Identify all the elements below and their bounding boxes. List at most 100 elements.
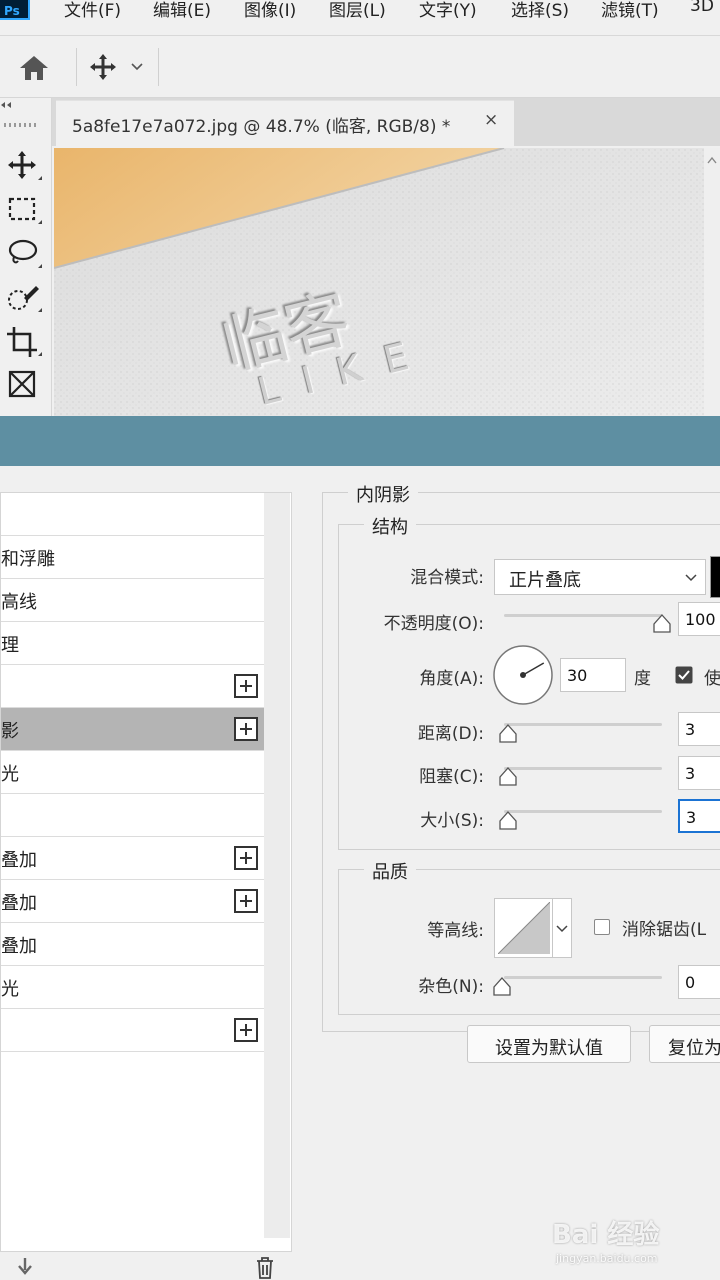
global-light-checkbox[interactable]	[675, 666, 693, 684]
structure-title: 结构	[364, 513, 416, 539]
style-row-stroke[interactable]	[1, 665, 264, 708]
opacity-slider-thumb[interactable]	[652, 614, 672, 634]
noise-slider-thumb[interactable]	[492, 977, 512, 997]
add-effect-icon[interactable]	[234, 1018, 258, 1042]
opacity-input[interactable]: 100	[678, 602, 720, 636]
chevron-down-icon	[556, 925, 568, 933]
add-effect-icon[interactable]	[234, 846, 258, 870]
collapse-arrows-icon[interactable]	[0, 100, 14, 110]
photoshop-logo: Ps	[0, 0, 30, 20]
choke-slider-track[interactable]	[504, 767, 662, 770]
menu-layer[interactable]: 图层(L)	[329, 0, 386, 21]
style-row-label: 和浮雕	[1, 549, 55, 570]
distance-slider-track[interactable]	[504, 723, 662, 726]
style-row-contour[interactable]: 高线	[1, 579, 264, 622]
choke-slider-thumb[interactable]	[498, 767, 518, 787]
menu-image[interactable]: 图像(I)	[244, 0, 296, 21]
global-light-label: 使	[704, 669, 720, 689]
canvas-scrollbar[interactable]	[704, 148, 720, 416]
grip-icon[interactable]	[4, 122, 38, 128]
add-effect-icon[interactable]	[234, 674, 258, 698]
style-row[interactable]	[1, 493, 264, 536]
contour-label: 等高线:	[427, 921, 484, 941]
separator	[76, 48, 77, 86]
menu-3d[interactable]: 3D	[690, 0, 714, 16]
blend-mode-select[interactable]: 正片叠底	[494, 559, 706, 595]
layer-style-dialog-titlebar[interactable]	[0, 416, 720, 466]
noise-slider-track[interactable]	[504, 976, 662, 979]
noise-input[interactable]: 0	[678, 965, 720, 999]
watermark-url: jingyan.baidu.com	[556, 1252, 658, 1265]
style-row-color-overlay[interactable]: 叠加	[1, 837, 264, 880]
add-effect-icon[interactable]	[234, 889, 258, 913]
frame-tool-icon[interactable]	[4, 366, 44, 402]
move-down-icon[interactable]	[14, 1256, 36, 1278]
style-row-gradient-overlay[interactable]: 叠加	[1, 880, 264, 923]
inner-shadow-title: 内阴影	[348, 481, 418, 507]
style-row-label: 理	[1, 635, 19, 656]
make-default-button[interactable]: 设置为默认值	[467, 1025, 631, 1063]
style-row-label: 叠加	[1, 936, 37, 957]
style-row-label: 光	[1, 979, 19, 1000]
style-row-inner-glow[interactable]: 光	[1, 751, 264, 794]
style-row-label: 叠加	[1, 850, 37, 871]
angle-dial-icon[interactable]	[492, 644, 554, 706]
size-slider-thumb[interactable]	[498, 811, 518, 831]
close-icon[interactable]: ×	[484, 110, 498, 130]
style-row-bevel-emboss[interactable]: 和浮雕	[1, 536, 264, 579]
scroll-up-icon[interactable]	[707, 156, 717, 164]
size-slider-track[interactable]	[504, 810, 662, 813]
angle-label: 角度(A):	[419, 669, 484, 689]
document-canvas[interactable]: 临客 L I K E	[54, 148, 704, 416]
move-tool-icon[interactable]	[4, 148, 44, 184]
quick-selection-icon[interactable]	[4, 280, 44, 316]
style-row-satin[interactable]	[1, 794, 264, 837]
home-icon[interactable]	[18, 54, 50, 82]
size-input[interactable]: 3	[678, 799, 720, 833]
blend-mode-label: 混合模式:	[410, 568, 484, 588]
style-list-scrollbar[interactable]	[264, 493, 290, 1238]
style-row-texture[interactable]: 理	[1, 622, 264, 665]
reset-to-default-button[interactable]: 复位为	[649, 1025, 720, 1063]
choke-input[interactable]: 3	[678, 756, 720, 790]
crop-icon[interactable]	[4, 324, 44, 360]
menu-select[interactable]: 选择(S)	[511, 0, 569, 21]
antialias-label: 消除锯齿(L	[622, 920, 707, 940]
trash-icon[interactable]	[254, 1256, 276, 1280]
menu-edit[interactable]: 编辑(E)	[153, 0, 211, 21]
menu-filter[interactable]: 滤镜(T)	[601, 0, 659, 21]
layer-style-list: 和浮雕 高线 理 影 光 叠加 叠加 叠加 光	[0, 492, 292, 1252]
rectangular-marquee-icon[interactable]	[4, 192, 44, 228]
menu-file[interactable]: 文件(F)	[64, 0, 121, 21]
move-tool-icon[interactable]	[88, 52, 118, 82]
style-row-drop-shadow[interactable]	[1, 1009, 264, 1052]
quality-title: 品质	[364, 858, 416, 884]
style-row-label: 影	[1, 721, 19, 742]
style-row-inner-shadow[interactable]: 影	[1, 708, 264, 751]
angle-input[interactable]: 30	[560, 658, 626, 692]
blend-mode-value: 正片叠底	[509, 570, 581, 591]
distance-input[interactable]: 3	[678, 712, 720, 746]
shadow-color-swatch[interactable]	[710, 556, 720, 598]
opacity-label: 不透明度(O):	[383, 614, 484, 634]
style-row-outer-glow[interactable]: 光	[1, 966, 264, 1009]
document-tab-title: 5a8fe17e7a072.jpg @ 48.7% (临客, RGB/8) *	[72, 117, 451, 137]
angle-unit: 度	[634, 669, 651, 689]
style-row-pattern-overlay[interactable]: 叠加	[1, 923, 264, 966]
distance-slider-thumb[interactable]	[498, 724, 518, 744]
opacity-slider-track[interactable]	[504, 614, 662, 617]
document-tab[interactable]: 5a8fe17e7a072.jpg @ 48.7% (临客, RGB/8) * …	[56, 100, 514, 146]
contour-picker[interactable]	[494, 898, 572, 958]
size-label: 大小(S):	[420, 811, 484, 831]
noise-label: 杂色(N):	[418, 977, 484, 997]
chevron-down-icon[interactable]	[130, 62, 144, 72]
antialias-checkbox[interactable]	[594, 919, 610, 935]
lasso-icon[interactable]	[4, 236, 44, 272]
options-bar	[0, 36, 720, 98]
contour-linear-icon	[498, 902, 550, 954]
add-effect-icon[interactable]	[234, 717, 258, 741]
distance-label: 距离(D):	[417, 724, 484, 744]
menu-type[interactable]: 文字(Y)	[419, 0, 477, 21]
tools-panel	[0, 98, 52, 418]
style-row-label: 高线	[1, 592, 37, 613]
